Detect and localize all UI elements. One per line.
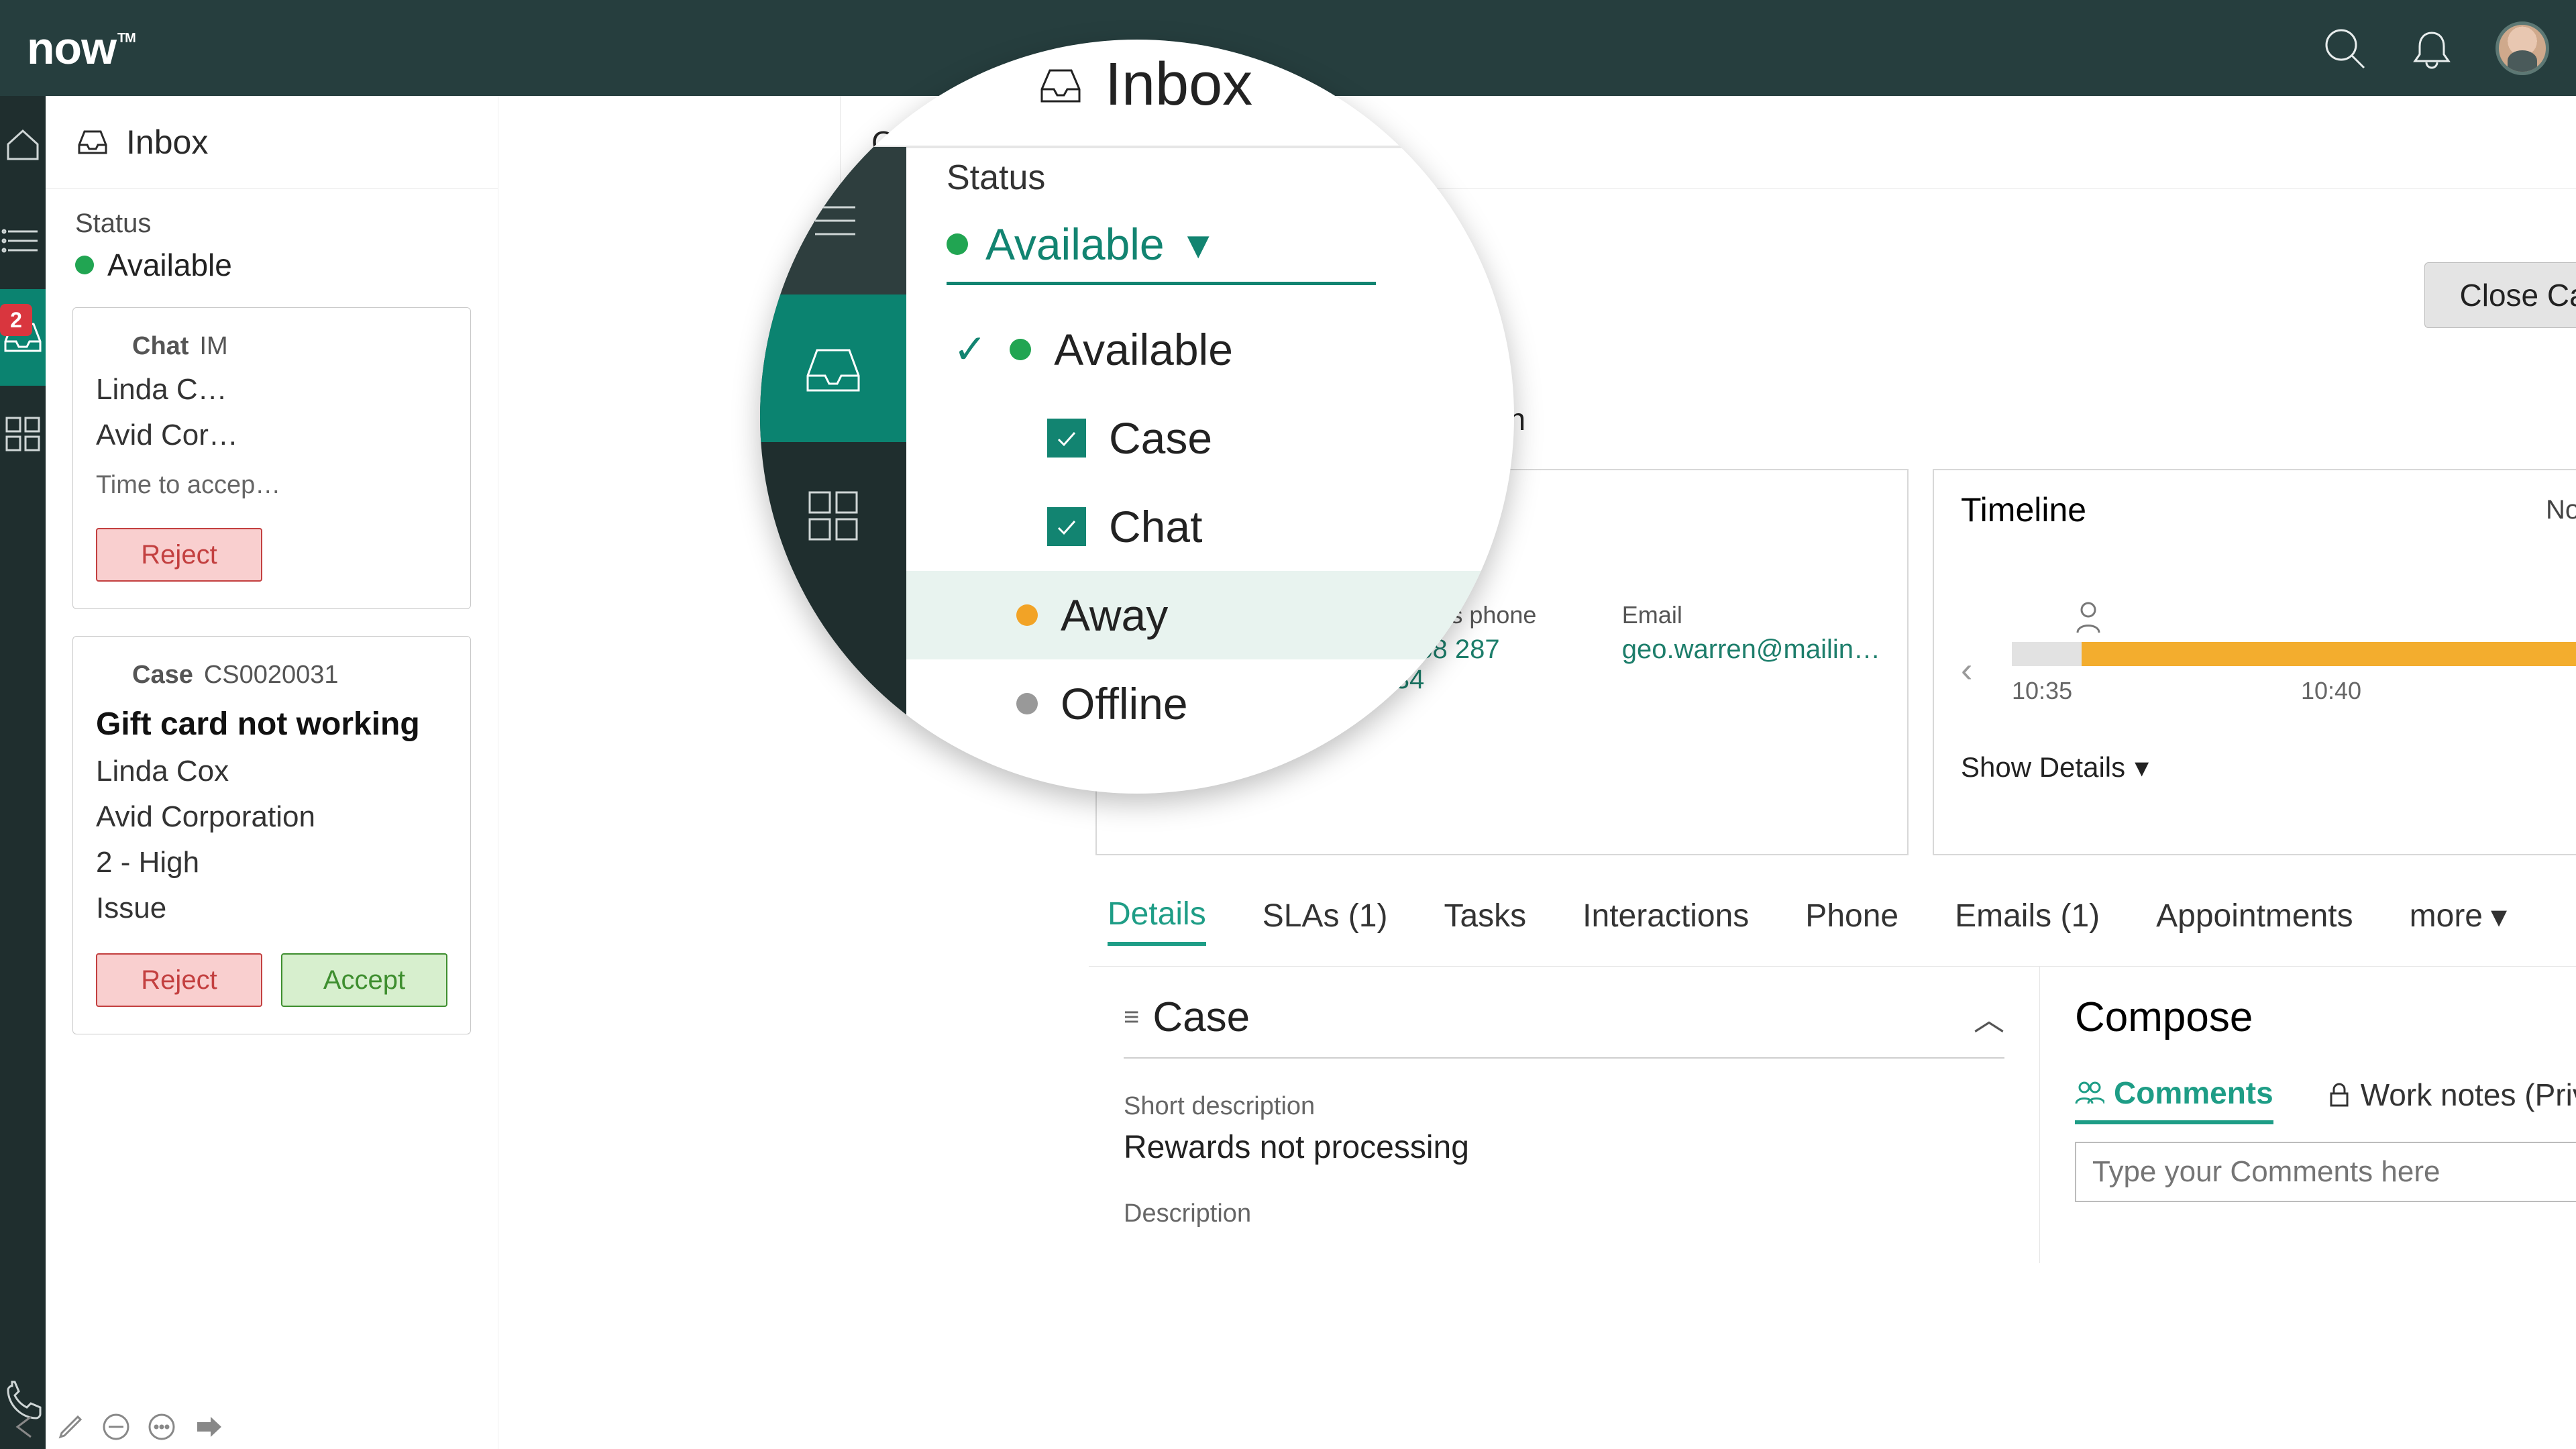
status-zoom-callout: Inbox [760,40,1514,794]
list-icon [803,195,863,246]
tab-phone[interactable]: Phone [1805,898,1898,944]
status-dropdown[interactable]: Available▾ [947,218,1376,285]
close-case-button[interactable]: Close Case [2424,262,2576,328]
status-option-offline[interactable]: Offline [947,659,1487,748]
field-label: Description [1124,1199,2004,1228]
status-menu: ✓Available Case Chat Away [947,305,1487,748]
tab-interactions[interactable]: Interactions [1582,898,1749,944]
inbox-header: Inbox [46,96,498,189]
topbar-actions [2321,21,2549,75]
card-line: Avid Cor… [96,419,447,452]
card-time: Time to accep… [96,471,447,500]
document-icon [96,663,121,688]
tab-appointments[interactable]: Appointments [2156,898,2353,944]
comments-tab[interactable]: Comments [2075,1075,2273,1124]
inbox-list: Chat IM Linda C… Avid Cor… Time to accep… [46,283,498,1059]
inbox-badge: 2 [0,304,32,336]
card-kind: Case [132,661,193,690]
dots-circle-icon[interactable] [145,1410,178,1444]
zoom-rail-inbox[interactable] [760,294,906,442]
email-link[interactable]: geo.warren@mailin… [1622,635,1880,665]
bell-icon[interactable] [2408,25,2455,72]
timeline-track[interactable]: ‹ › 10:35 10:40 10:45 [1961,590,2576,724]
minus-circle-icon[interactable] [99,1410,133,1444]
form-section-case[interactable]: ≡ Case ︿ [1124,994,2004,1059]
search-icon[interactable] [2321,25,2368,72]
timeline-card: Timeline Now ‹ › 10:35 [1933,469,2576,855]
card-line: Linda C… [96,373,447,407]
card-line: 2 - High [96,846,447,879]
tab-emails[interactable]: Emails (1) [1955,898,2100,944]
nav-rail: 2 [0,96,46,1449]
nav-list[interactable] [0,193,46,289]
grid-icon [803,486,863,546]
lock-icon [2327,1081,2351,1108]
reject-button[interactable]: Reject [96,528,262,582]
people-icon [2075,1081,2104,1105]
nav-grid[interactable] [0,386,46,482]
timeline-now: Now [2546,495,2576,525]
inbox-card-case[interactable]: Case CS0020031 Gift card not working Lin… [72,636,471,1034]
compose-pane: Compose Comments Work notes (Private) [2040,967,2576,1263]
card-id: CS0020031 [204,661,339,690]
inbox-status[interactable]: Status Available [46,189,498,283]
inbox-title: Inbox [126,123,208,162]
field-label: Short description [1124,1092,2004,1121]
form-pane: ≡ Case ︿ Short description Rewards not p… [1089,967,2040,1263]
show-details-toggle[interactable]: Show Details ▾ [1961,751,2576,784]
inbox-icon [1036,61,1085,109]
card-title: Gift card not working [96,706,447,743]
inbox-icon [75,125,110,160]
arrow-right-icon[interactable] [191,1410,224,1444]
inbox-panel: Inbox Status Available Chat IM Linda C… … [46,96,498,1449]
card-id: IM [199,332,227,361]
zoom-status-label: Status [947,158,1487,198]
tab-more[interactable]: more ▾ [2410,898,2507,945]
home-icon [1,123,44,166]
timeline-title: Timeline [1961,490,2086,529]
app-body: 2 Inbox Status Available Chat [0,96,2576,1449]
product-logo: nowTM [27,22,134,74]
card-line: Avid Corporation [96,800,447,834]
nav-home[interactable] [0,96,46,193]
person-icon [2075,602,2102,641]
worknotes-tab[interactable]: Work notes (Private) [2327,1077,2576,1122]
card-line: Linda Cox [96,755,447,788]
list-icon [1,219,44,262]
compose-title: Compose [2075,994,2253,1041]
status-channel-chat[interactable]: Chat [947,482,1487,571]
status-label: Status [75,209,468,239]
pencil-icon[interactable] [54,1410,87,1444]
zoom-title: Inbox [1105,50,1252,119]
comment-input[interactable] [2075,1142,2576,1202]
user-avatar[interactable] [2496,21,2549,75]
chat-bubble-icon [96,334,121,360]
status-option-available[interactable]: ✓Available [947,305,1487,394]
grid-icon [3,414,43,454]
zoom-rail-grid[interactable] [760,442,906,590]
status-option-away[interactable]: Away [906,571,1514,659]
main-area: CS0020030 ocessing Close Case Create Kno… [498,96,2576,1449]
status-value[interactable]: Available [75,247,468,283]
nav-inbox[interactable]: 2 [0,289,46,386]
tab-slas[interactable]: SLAs (1) [1263,898,1388,944]
reject-button[interactable]: Reject [96,953,262,1007]
card-kind: Chat [132,332,189,361]
detail-body: ≡ Case ︿ Short description Rewards not p… [1089,966,2576,1263]
zoom-rail-list[interactable] [760,147,906,294]
inbox-icon [800,338,867,398]
short-description-value[interactable]: Rewards not processing [1124,1129,2004,1166]
chevron-up-icon[interactable]: ︿ [1974,996,2004,1040]
status-channel-case[interactable]: Case [947,394,1487,482]
arrow-left-icon[interactable] [8,1410,42,1444]
detail-tabs: Details SLAs (1) Tasks Interactions Phon… [1089,855,2576,946]
card-line: Issue [96,892,447,925]
accept-button[interactable]: Accept [281,953,447,1007]
inbox-card-chat[interactable]: Chat IM Linda C… Avid Cor… Time to accep… [72,307,471,609]
chevron-left-icon[interactable]: ‹ [1961,650,1972,690]
tab-tasks[interactable]: Tasks [1444,898,1526,944]
status-dot-icon [75,256,94,274]
editor-footer-icons [8,1410,224,1444]
tab-details[interactable]: Details [1108,896,1206,946]
